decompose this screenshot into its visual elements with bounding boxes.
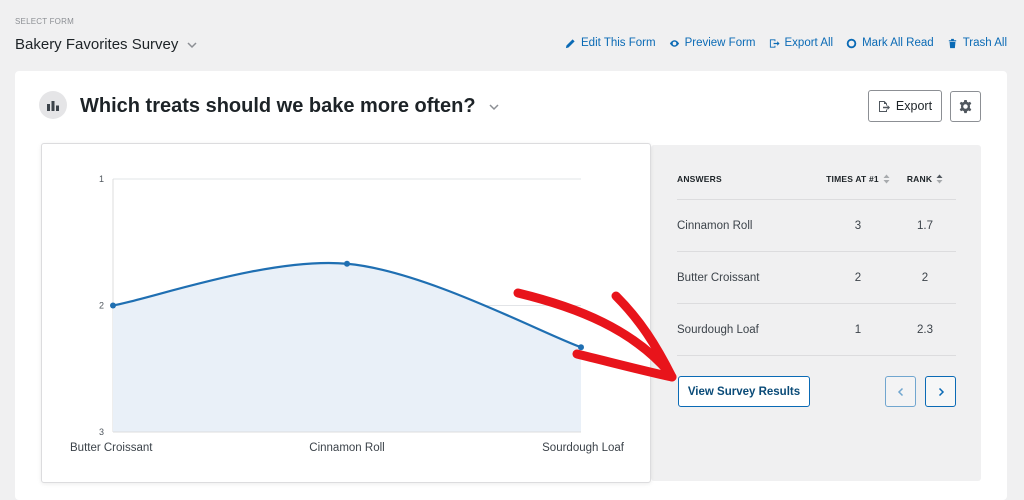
chevron-down-icon: [187, 41, 197, 48]
export-all-link[interactable]: Export All: [769, 37, 834, 49]
form-selector[interactable]: Bakery Favorites Survey: [15, 36, 198, 53]
edit-form-link[interactable]: Edit This Form: [565, 37, 656, 49]
bar-chart-icon: [39, 91, 67, 119]
x-tick-label: Cinnamon Roll: [309, 442, 384, 454]
gear-icon: [959, 99, 972, 114]
table-row: Cinnamon Roll 3 1.7: [677, 200, 956, 252]
chevron-down-icon: [489, 103, 499, 110]
table-header: ANSWERS TIMES AT #1 RANK: [677, 159, 956, 200]
table-row: Sourdough Loaf 1 2.3: [677, 304, 956, 356]
select-form-label: SELECT FORM: [15, 17, 74, 26]
trash-icon: [948, 38, 956, 48]
edit-form-label: Edit This Form: [581, 37, 656, 49]
answer-cell: Butter Croissant: [677, 271, 760, 284]
export-all-label: Export All: [784, 37, 834, 49]
answer-cell: Cinnamon Roll: [677, 219, 753, 232]
y-tick-label: 3: [99, 427, 104, 437]
times-header[interactable]: TIMES AT #1: [822, 174, 894, 184]
times-cell: 2: [854, 271, 862, 284]
data-point: [110, 302, 116, 309]
x-tick-label: Butter Croissant: [70, 442, 153, 454]
mark-all-read-label: Mark All Read: [862, 37, 934, 49]
times-header-label: TIMES AT #1: [826, 174, 879, 184]
export-icon: [769, 38, 780, 48]
pencil-icon: [565, 38, 575, 48]
form-name: Bakery Favorites Survey: [15, 36, 179, 53]
preview-form-link[interactable]: Preview Form: [669, 37, 756, 49]
y-tick-label: 2: [99, 301, 104, 311]
preview-form-label: Preview Form: [684, 37, 756, 49]
rank-cell: 2.3: [917, 323, 933, 336]
question-selector[interactable]: Which treats should we bake more often?: [80, 95, 500, 118]
view-survey-results-button[interactable]: View Survey Results: [678, 376, 810, 407]
sort-ascending-icon: [936, 174, 943, 184]
export-button[interactable]: Export: [868, 90, 942, 122]
answers-header: ANSWERS: [677, 174, 722, 184]
times-cell: 3: [854, 219, 862, 232]
rank-cell: 1.7: [917, 219, 933, 232]
chevron-left-icon: [897, 387, 903, 396]
results-table: ANSWERS TIMES AT #1 RANK Cinnamon Roll 3…: [677, 159, 956, 356]
data-point: [344, 260, 350, 267]
top-actions: Edit This Form Preview Form Export All M…: [565, 37, 1007, 49]
rank-header[interactable]: RANK: [894, 174, 956, 184]
answer-cell: Sourdough Loaf: [677, 323, 759, 336]
rank-header-label: RANK: [906, 174, 933, 184]
rank-cell: 2: [921, 271, 929, 284]
times-cell: 1: [854, 323, 862, 336]
mark-all-read-link[interactable]: Mark All Read: [846, 37, 934, 49]
eye-icon: [669, 39, 679, 47]
y-tick-label: 1: [99, 174, 104, 184]
trash-all-link[interactable]: Trash All: [947, 37, 1007, 49]
ranking-chart: 1 2 3 Butter Croissant Cinnamon Roll Sourdoug…: [70, 174, 625, 454]
circle-icon: [846, 38, 857, 48]
previous-page-button[interactable]: [885, 376, 916, 407]
data-point: [578, 344, 584, 351]
trash-all-label: Trash All: [962, 37, 1007, 49]
export-label: Export: [895, 99, 933, 113]
x-tick-label: Sourdough Loaf: [542, 442, 625, 454]
file-export-icon: [878, 100, 890, 112]
chevron-right-icon: [938, 387, 944, 396]
question-title: Which treats should we bake more often?: [80, 95, 476, 117]
chart-card: 1 2 3 Butter Croissant Cinnamon Roll Sourdoug…: [41, 143, 651, 483]
question-panel: Which treats should we bake more often? …: [15, 71, 1007, 500]
sort-icon: [883, 174, 890, 184]
settings-button[interactable]: [950, 91, 981, 122]
next-page-button[interactable]: [925, 376, 956, 407]
table-row: Butter Croissant 2 2: [677, 252, 956, 304]
